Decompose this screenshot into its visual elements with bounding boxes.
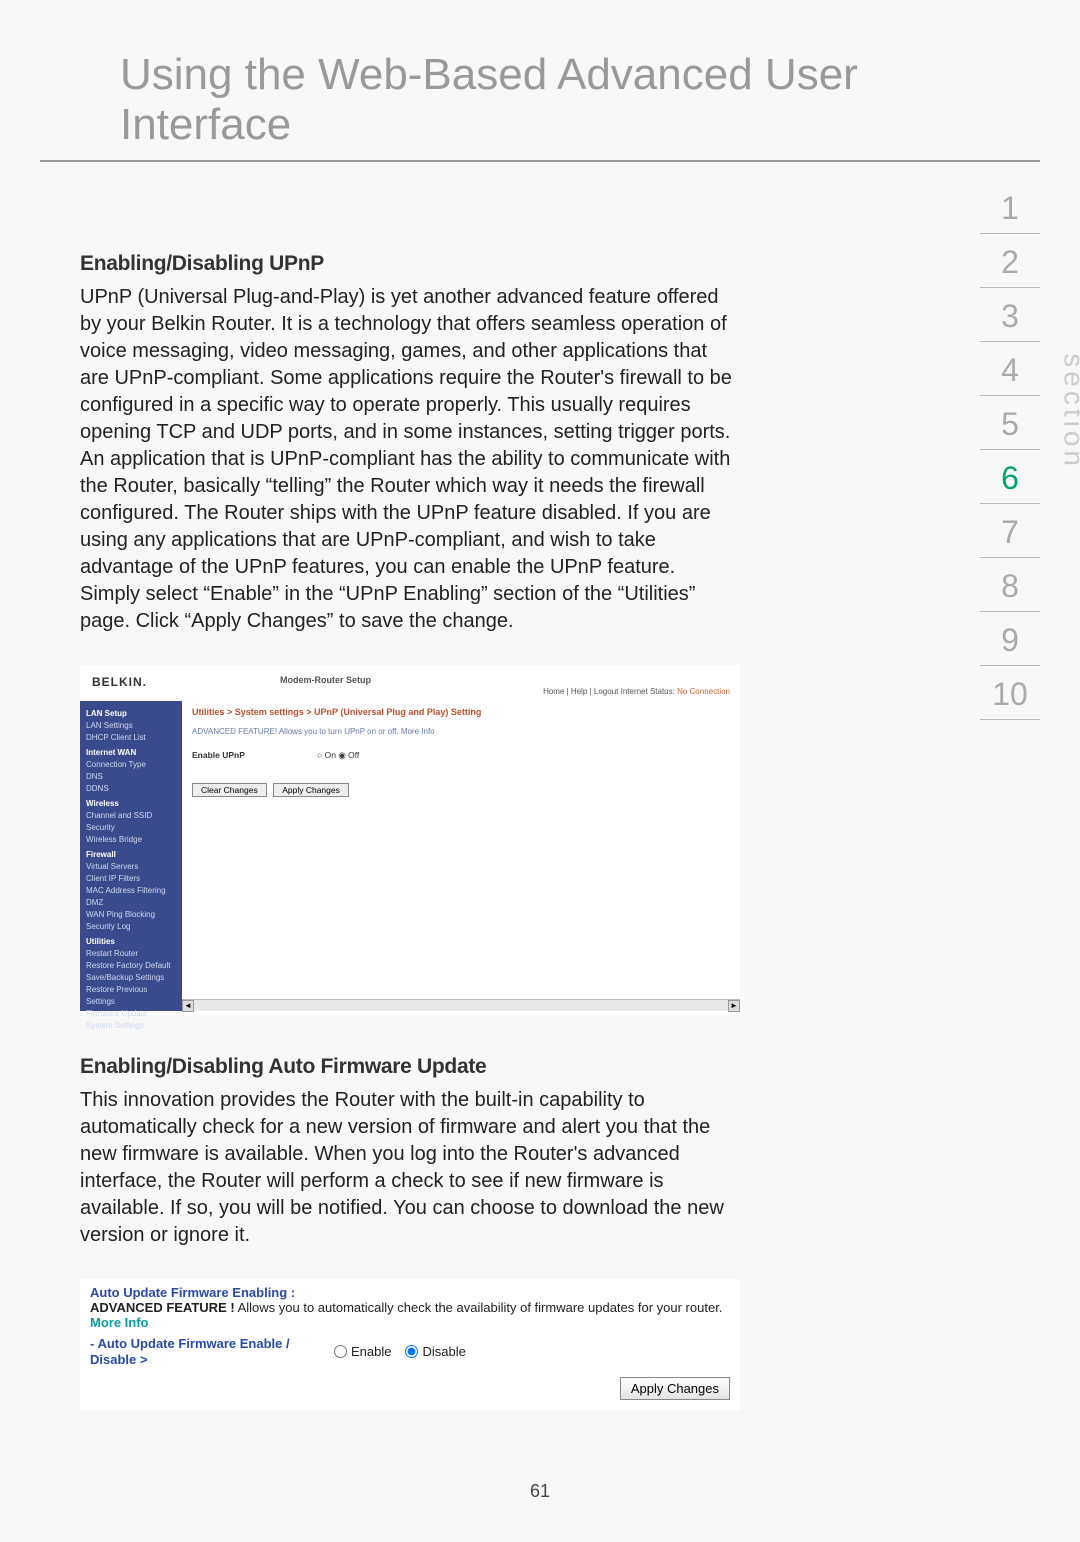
sidebar-group-utilities: Utilities: [86, 936, 176, 948]
sidebar-item[interactable]: Firmware Update: [86, 1008, 176, 1020]
sidebar-group-wireless: Wireless: [86, 798, 176, 810]
enable-upnp-label: Enable UPnP: [192, 750, 245, 760]
disable-radio-label: Disable: [422, 1344, 465, 1359]
feature-note: ADVANCED FEATURE! Allows you to turn UPn…: [192, 727, 730, 736]
section-nav-9[interactable]: 9: [980, 612, 1040, 666]
breadcrumb: Utilities > System settings > UPnP (Univ…: [192, 707, 730, 717]
section-nav-10[interactable]: 10: [980, 666, 1040, 720]
sidebar-item[interactable]: Restore Previous Settings: [86, 984, 176, 1008]
sidebar-item[interactable]: Client IP Filters: [86, 873, 176, 885]
router-toplinks[interactable]: Home | Help | Logout Internet Status: No…: [543, 687, 730, 696]
enable-upnp-options[interactable]: ○ On ◉ Off: [317, 750, 359, 760]
sidebar-item[interactable]: Connection Type: [86, 759, 176, 771]
section-nav-7[interactable]: 7: [980, 504, 1040, 558]
autofw-feature-text: Allows you to automatically check the av…: [235, 1300, 723, 1315]
apply-changes-button[interactable]: Apply Changes: [620, 1377, 730, 1400]
scroll-right-icon[interactable]: ►: [728, 1000, 740, 1012]
sidebar-item[interactable]: Save/Backup Settings: [86, 972, 176, 984]
sidebar-item[interactable]: DHCP Client List: [86, 732, 176, 744]
section-nav: 1 2 3 4 5 6 7 8 9 10: [980, 180, 1040, 720]
scroll-left-icon[interactable]: ◄: [182, 1000, 194, 1012]
section-nav-5[interactable]: 5: [980, 396, 1040, 450]
router-panel: Utilities > System settings > UPnP (Univ…: [182, 701, 740, 1011]
section-nav-6[interactable]: 6: [980, 450, 1040, 504]
sidebar-item[interactable]: DDNS: [86, 783, 176, 795]
autofw-heading: Enabling/Disabling Auto Firmware Update: [80, 1055, 740, 1079]
sidebar-item[interactable]: LAN Settings: [86, 720, 176, 732]
sidebar-item[interactable]: Security: [86, 822, 176, 834]
sidebar-item[interactable]: System Settings: [86, 1020, 176, 1032]
router-upnp-screenshot: BELKIN. Modem-Router Setup Home | Help |…: [80, 665, 740, 1015]
main-content: Enabling/Disabling UPnP UPnP (Universal …: [0, 162, 820, 1430]
clear-changes-button[interactable]: Clear Changes: [192, 783, 267, 797]
router-sidebar: LAN Setup LAN Settings DHCP Client List …: [80, 701, 182, 1011]
horizontal-scrollbar[interactable]: ◄ ►: [182, 999, 740, 1011]
sidebar-item[interactable]: DMZ: [86, 897, 176, 909]
sidebar-item[interactable]: Restart Router: [86, 948, 176, 960]
sidebar-item[interactable]: MAC Address Filtering: [86, 885, 176, 897]
section-nav-1[interactable]: 1: [980, 180, 1040, 234]
sidebar-item[interactable]: Channel and SSID: [86, 810, 176, 822]
enable-radio[interactable]: [334, 1345, 347, 1358]
section-nav-8[interactable]: 8: [980, 558, 1040, 612]
sidebar-group-lan: LAN Setup: [86, 708, 176, 720]
section-nav-2[interactable]: 2: [980, 234, 1040, 288]
sidebar-item[interactable]: DNS: [86, 771, 176, 783]
section-nav-4[interactable]: 4: [980, 342, 1040, 396]
apply-changes-button[interactable]: Apply Changes: [273, 783, 349, 797]
page-title: Using the Web-Based Advanced User Interf…: [40, 0, 1040, 162]
internet-status-value: No Connection: [677, 687, 730, 696]
more-info-link[interactable]: More Info: [90, 1315, 149, 1330]
sidebar-item[interactable]: Restore Factory Default: [86, 960, 176, 972]
auto-update-screenshot: Auto Update Firmware Enabling : ADVANCED…: [80, 1279, 740, 1410]
sidebar-item[interactable]: Security Log: [86, 921, 176, 933]
belkin-logo: BELKIN.: [92, 675, 147, 689]
sidebar-group-wan: Internet WAN: [86, 747, 176, 759]
sidebar-item[interactable]: Wireless Bridge: [86, 834, 176, 846]
section-nav-3[interactable]: 3: [980, 288, 1040, 342]
sidebar-group-firewall: Firewall: [86, 849, 176, 861]
autofw-title: Auto Update Firmware Enabling :: [90, 1285, 730, 1300]
autofw-body: This innovation provides the Router with…: [80, 1087, 740, 1249]
autofw-feature-prefix: ADVANCED FEATURE !: [90, 1300, 235, 1315]
router-setup-title: Modem-Router Setup: [280, 675, 371, 685]
sidebar-item[interactable]: WAN Ping Blocking: [86, 909, 176, 921]
section-label: section: [1058, 353, 1080, 470]
upnp-heading: Enabling/Disabling UPnP: [80, 252, 740, 276]
disable-radio[interactable]: [405, 1345, 418, 1358]
sidebar-item[interactable]: Virtual Servers: [86, 861, 176, 873]
toplinks-left[interactable]: Home | Help | Logout Internet Status:: [543, 687, 677, 696]
page-number: 61: [0, 1481, 1080, 1502]
autofw-option-label: - Auto Update Firmware Enable / Disable …: [90, 1336, 320, 1367]
enable-radio-label: Enable: [351, 1344, 391, 1359]
upnp-body: UPnP (Universal Plug-and-Play) is yet an…: [80, 284, 740, 635]
